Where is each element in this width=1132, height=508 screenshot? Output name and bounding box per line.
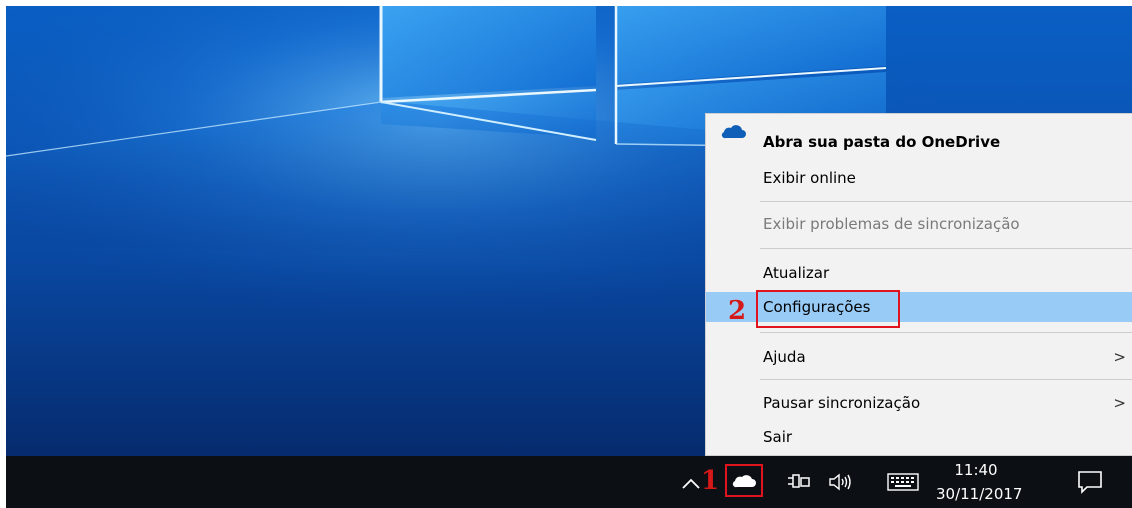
keyboard-icon[interactable]	[887, 473, 919, 495]
menu-item-view-sync-problems: Exibir problemas de sincronização	[706, 209, 1132, 239]
chevron-right-icon: >	[1113, 394, 1126, 412]
menu-separator	[760, 201, 1132, 202]
menu-item-label: Sair	[763, 428, 793, 446]
menu-item-label: Pausar sincronização	[763, 394, 921, 412]
step-2-callout: 2	[728, 296, 747, 326]
taskbar-clock[interactable]: 11:40 30/11/2017	[936, 460, 1023, 504]
action-center-icon[interactable]	[1077, 470, 1103, 498]
menu-separator	[760, 248, 1132, 249]
step-1-callout: 1	[701, 466, 720, 496]
taskbar: 1 11:40 30/11/2017	[6, 456, 1132, 508]
chevron-right-icon: >	[1113, 348, 1126, 366]
menu-item-label: Abra sua pasta do OneDrive	[763, 133, 1001, 151]
onedrive-context-menu: Abra sua pasta do OneDrive Exibir online…	[705, 113, 1132, 456]
menu-item-label: Ajuda	[763, 348, 806, 366]
menu-item-label: Atualizar	[763, 264, 830, 282]
menu-item-refresh[interactable]: Atualizar	[706, 258, 1132, 288]
settings-highlight-box	[756, 290, 900, 328]
clock-date: 30/11/2017	[936, 485, 1023, 503]
onedrive-cloud-icon[interactable]	[731, 471, 757, 493]
menu-item-pause-sync[interactable]: Pausar sincronização >	[706, 388, 1132, 418]
desktop-screen: Abra sua pasta do OneDrive Exibir online…	[6, 6, 1132, 508]
menu-separator	[760, 332, 1132, 333]
menu-item-label: Exibir online	[763, 169, 856, 187]
power-plug-icon[interactable]	[786, 473, 810, 495]
menu-item-open-onedrive-folder[interactable]: Abra sua pasta do OneDrive	[706, 127, 1132, 157]
clock-time: 11:40	[954, 461, 998, 479]
menu-item-view-online[interactable]: Exibir online	[706, 163, 1132, 193]
chevron-up-icon[interactable]	[682, 474, 700, 493]
menu-separator	[760, 379, 1132, 380]
speaker-icon[interactable]	[828, 472, 854, 496]
menu-item-label: Exibir problemas de sincronização	[763, 215, 1020, 233]
menu-item-help[interactable]: Ajuda >	[706, 342, 1132, 372]
menu-item-exit[interactable]: Sair	[706, 422, 1132, 452]
